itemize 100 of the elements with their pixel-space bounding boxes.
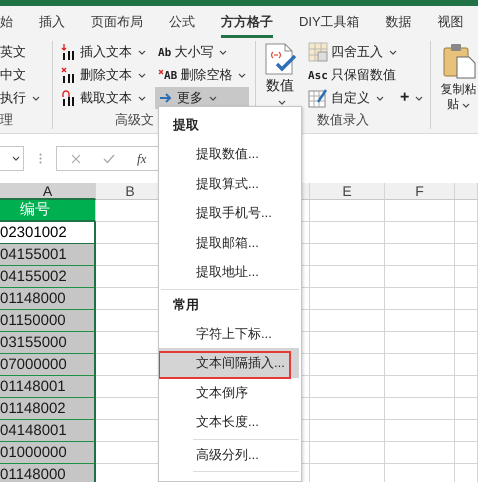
table-cell	[385, 310, 455, 332]
menu-item[interactable]: 提取手机号...	[159, 198, 299, 228]
clipboard-icon	[442, 43, 476, 79]
table-cell	[455, 442, 478, 464]
menu-item[interactable]: 字符上下标...	[159, 318, 299, 348]
letters-icon: Ab	[158, 46, 172, 58]
grid-icon	[308, 42, 328, 62]
table-cell: 04155001	[0, 244, 96, 266]
table-cell	[455, 354, 478, 376]
menu-item[interactable]: 提取邮箱...	[159, 228, 299, 257]
table-cell	[385, 354, 455, 376]
table-cell: 01148002	[0, 398, 96, 420]
menu-item[interactable]: 文本长度...	[159, 407, 299, 436]
table-cell: 01150000	[0, 310, 96, 332]
table-cell	[385, 266, 455, 288]
table-cell: 02301002	[0, 222, 96, 244]
ribbon-button[interactable]: +	[397, 87, 426, 109]
ribbon-button[interactable]: 删除文本	[58, 64, 149, 86]
table-cell	[385, 200, 455, 222]
ribbon-tab[interactable]: DIY工具箱	[299, 8, 360, 38]
table-cell: 04155002	[0, 266, 96, 288]
table-cell: 07000000	[0, 354, 96, 376]
table-cell	[385, 222, 455, 244]
caret-icon	[138, 72, 146, 78]
document-check-icon	[263, 43, 297, 75]
table-cell	[385, 288, 455, 310]
menu-item[interactable]: 文本间隔插入...	[159, 348, 299, 378]
table-cell	[455, 266, 478, 288]
grip-icon	[39, 153, 42, 164]
table-cell	[455, 222, 478, 244]
ribbon-button[interactable]: 执行	[0, 87, 43, 109]
caret-icon	[32, 96, 40, 100]
caret-icon	[376, 96, 384, 100]
column-header	[455, 183, 478, 200]
table-cell	[455, 310, 478, 332]
table-cell	[455, 420, 478, 442]
menu-item[interactable]: 高级分列...	[159, 440, 299, 469]
ribbon-button[interactable]: Ab 大小写	[155, 41, 250, 63]
column-header[interactable]: F	[385, 183, 455, 200]
table-cell	[385, 420, 455, 442]
group-label: 数值录入	[316, 111, 370, 129]
table-cell	[455, 288, 478, 310]
ribbon-button[interactable]: Asc 只保留数值	[305, 64, 426, 86]
table-cell: 01148000	[0, 288, 96, 310]
ribbon-button[interactable]: 英文	[0, 41, 43, 63]
caret-icon	[12, 156, 20, 161]
insert-text-icon	[61, 44, 77, 60]
table-cell: 01148000	[0, 464, 96, 482]
table-cell: 编号	[0, 200, 96, 222]
ribbon-tab[interactable]: 页面布局	[91, 8, 143, 38]
ribbon-button[interactable]: 截取文本	[58, 87, 149, 109]
table-cell	[455, 332, 478, 354]
table-cell: 01000000	[0, 442, 96, 464]
ribbon-tab[interactable]: 数据	[386, 8, 412, 38]
ribbon-button[interactable]: 四舍五入	[305, 41, 426, 63]
ribbon-tab[interactable]: 公式	[169, 8, 195, 38]
ribbon-button[interactable]: 插入文本	[58, 41, 149, 63]
ribbon-button[interactable]: 复制粘贴	[440, 41, 477, 129]
menu-section-title: 常用	[173, 296, 199, 314]
table-cell	[385, 398, 455, 420]
delete-text-icon	[61, 66, 77, 84]
caret-icon	[209, 96, 217, 100]
column-header[interactable]: A	[0, 183, 96, 200]
caret-icon	[389, 50, 397, 54]
cancel-icon	[71, 154, 81, 164]
insert-function-button[interactable]: fx	[137, 150, 146, 166]
check-icon	[103, 154, 115, 164]
caret-icon	[238, 72, 246, 78]
caret-icon	[278, 100, 286, 105]
table-pencil-icon	[308, 88, 328, 108]
table-cell	[385, 376, 455, 398]
ribbon-tab[interactable]: 始	[0, 8, 13, 38]
ribbon-button[interactable]: 数值	[261, 41, 299, 111]
group-label: 理	[0, 111, 14, 129]
ribbon-button[interactable]: 自定义	[305, 87, 387, 109]
ribbon-tab[interactable]: 插入	[39, 8, 65, 38]
column-header[interactable]: E	[310, 183, 385, 200]
table-cell: 01148001	[0, 376, 96, 398]
group-label: 高级文	[115, 111, 154, 129]
caret-icon	[138, 96, 146, 100]
cut-text-icon	[61, 90, 77, 106]
table-cell	[385, 332, 455, 354]
caret-icon	[138, 50, 146, 54]
table-cell	[385, 442, 455, 464]
table-cell	[455, 200, 478, 222]
table-cell: 03155000	[0, 332, 96, 354]
menu-section-title: 提取	[173, 116, 199, 134]
menu-item[interactable]: 提取数值...	[159, 139, 299, 168]
table-cell	[385, 244, 455, 266]
menu-item[interactable]: 提取地址...	[159, 257, 299, 286]
ribbon-button[interactable]: AB 删除空格	[155, 64, 250, 86]
table-cell	[455, 244, 478, 266]
menu-item[interactable]: 文本倒序	[159, 378, 299, 407]
ribbon-button[interactable]: 中文	[0, 64, 43, 86]
name-box[interactable]	[0, 146, 24, 171]
caret-icon	[219, 50, 228, 54]
arrow-icon	[158, 91, 174, 105]
caret-icon	[462, 103, 470, 108]
ribbon-tab[interactable]: 视图	[438, 8, 464, 38]
letters-icon: Asc	[308, 70, 328, 80]
